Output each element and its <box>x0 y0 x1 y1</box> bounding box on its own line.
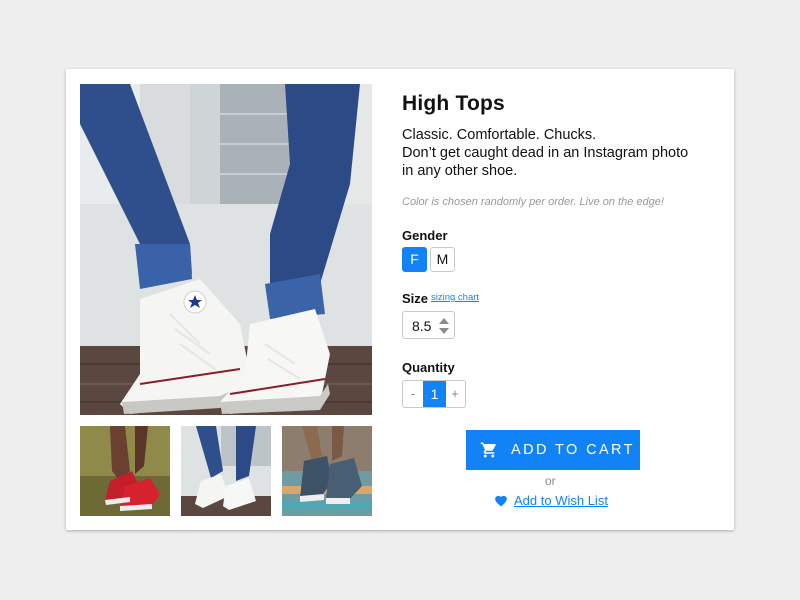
cart-icon <box>480 441 498 459</box>
quantity-value[interactable]: 1 <box>423 381 446 407</box>
product-card: High Tops Classic. Comfortable. Chucks. … <box>66 69 734 530</box>
heart-icon <box>494 494 508 507</box>
quantity-increment-button[interactable]: + <box>445 381 465 407</box>
product-description: Classic. Comfortable. Chucks. Don’t get … <box>402 126 722 180</box>
main-product-photo <box>80 84 372 415</box>
add-to-cart-button[interactable]: ADD TO CART <box>466 430 640 470</box>
thumbnail-denim-shoes[interactable] <box>282 426 372 516</box>
color-note: Color is chosen randomly per order. Live… <box>402 196 664 208</box>
description-line: Don’t get caught dead in an Instagram ph… <box>402 145 689 161</box>
sizing-chart-link[interactable]: sizing chart <box>431 292 479 303</box>
add-to-cart-label: ADD TO CART <box>511 442 635 458</box>
updown-arrows-icon <box>439 318 449 334</box>
gender-label: Gender <box>402 228 448 243</box>
size-label: Size <box>402 291 429 306</box>
or-text: or <box>545 474 556 488</box>
quantity-decrement-button[interactable]: - <box>403 381 423 407</box>
wishlist-label: Add to Wish List <box>514 493 608 508</box>
size-value: 8.5 <box>412 318 432 334</box>
size-select[interactable]: 8.5 <box>402 311 455 339</box>
product-title: High Tops <box>402 92 505 115</box>
description-line: Classic. Comfortable. Chucks. <box>402 127 597 143</box>
description-line: in any other shoe. <box>402 163 518 179</box>
quantity-stepper: - 1 + <box>402 380 466 408</box>
gender-f-button[interactable]: F <box>402 247 427 272</box>
gender-m-button[interactable]: M <box>430 247 455 272</box>
quantity-label: Quantity <box>402 360 455 375</box>
thumbnail-white-shoes[interactable] <box>181 426 271 516</box>
thumbnail-red-shoes[interactable] <box>80 426 170 516</box>
